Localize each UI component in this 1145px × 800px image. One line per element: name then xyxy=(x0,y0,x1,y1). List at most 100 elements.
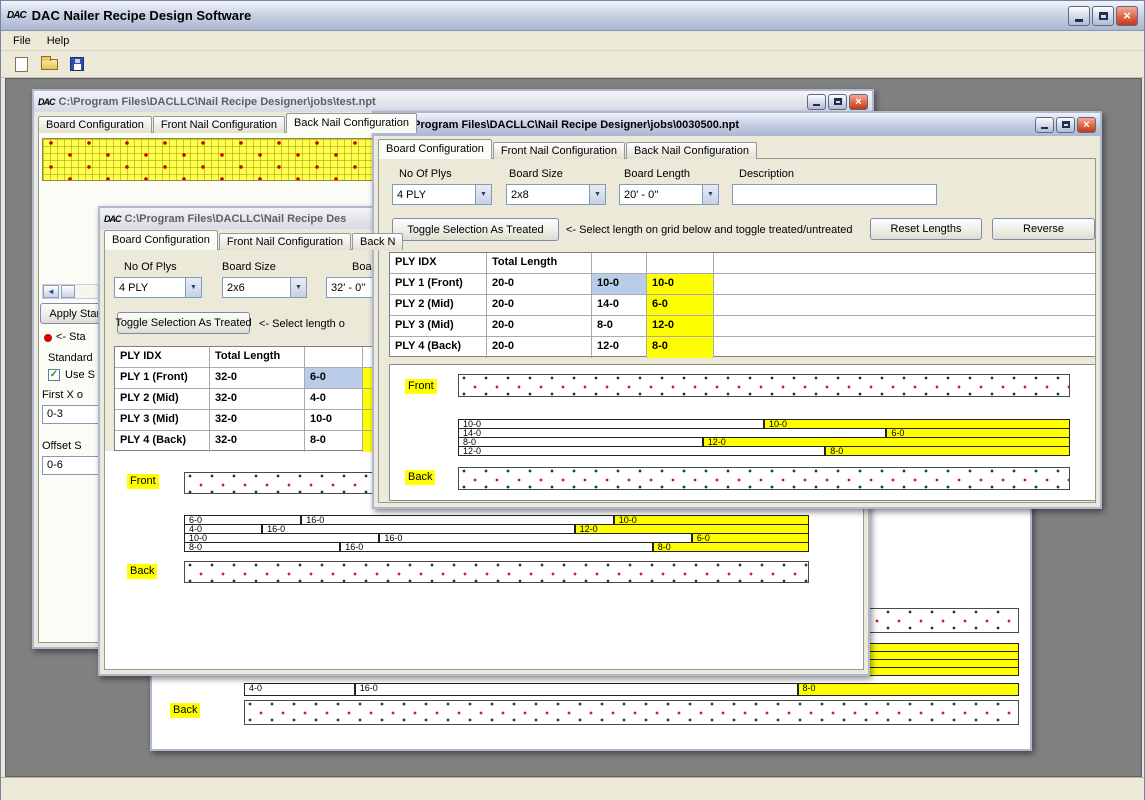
no-of-plys-value: 4 PLY xyxy=(393,189,475,201)
board-ply-bars: 6-016-010-04-016-012-010-016-06-08-016-0… xyxy=(184,515,809,552)
open-folder-icon xyxy=(41,59,58,70)
total-length-cell[interactable]: 32-0 xyxy=(210,431,305,452)
maximize-button[interactable] xyxy=(1056,117,1075,133)
new-file-button[interactable] xyxy=(9,53,33,76)
total-length-cell[interactable]: 20-0 xyxy=(487,316,592,336)
segment-length-label: 12-0 xyxy=(580,525,598,534)
board-size-select[interactable]: 2x8▼ xyxy=(506,184,606,205)
offset-input[interactable]: 0-6 xyxy=(42,456,100,475)
length-cell[interactable]: 6-0 xyxy=(305,368,363,388)
back-label: Back xyxy=(170,703,200,718)
tab-strip: Board ConfigurationFront Nail Configurat… xyxy=(38,113,417,133)
minimize-button[interactable] xyxy=(807,94,826,110)
ply-index-cell[interactable]: PLY 3 (Mid) xyxy=(390,316,487,336)
description-input[interactable] xyxy=(732,184,937,205)
maximize-button[interactable] xyxy=(828,94,847,110)
column-header xyxy=(305,347,363,367)
total-length-cell[interactable]: 20-0 xyxy=(487,274,592,294)
window-title-bar[interactable]: DAC C:\Program Files\DACLLC\Nail Recipe … xyxy=(374,113,1100,136)
ply-index-cell[interactable]: PLY 4 (Back) xyxy=(390,337,487,358)
tab-board-configuration[interactable]: Board Configuration xyxy=(38,116,152,133)
open-file-button[interactable] xyxy=(37,53,61,76)
menu-bar: File Help xyxy=(1,31,1144,51)
minimize-icon xyxy=(1041,127,1048,129)
reverse-button[interactable]: Reverse xyxy=(992,218,1095,240)
untreated-segment: 16-0 xyxy=(355,683,798,696)
length-cell[interactable]: 4-0 xyxy=(305,389,363,409)
ply-index-cell[interactable]: PLY 1 (Front) xyxy=(390,274,487,294)
maximize-button[interactable] xyxy=(1092,6,1114,26)
table-cell xyxy=(714,337,1095,358)
minimize-button[interactable] xyxy=(1035,117,1054,133)
board-ply-bars: 10-010-014-06-08-012-012-08-0 xyxy=(458,419,1070,456)
menu-help[interactable]: Help xyxy=(39,33,78,49)
save-file-button[interactable] xyxy=(65,53,89,76)
back-nail-pattern-strip xyxy=(458,467,1070,490)
untreated-segment: 12-0 xyxy=(458,446,825,456)
ply-index-cell[interactable]: PLY 2 (Mid) xyxy=(390,295,487,315)
length-cell[interactable]: 14-0 xyxy=(592,295,647,315)
app-title-bar[interactable]: DAC DAC Nailer Recipe Design Software × xyxy=(1,1,1144,31)
length-cell[interactable]: 8-0 xyxy=(305,431,363,452)
front-label: Front xyxy=(127,474,159,489)
no-of-plys-select[interactable]: 4 PLY▼ xyxy=(392,184,492,205)
table-cell xyxy=(714,316,1095,336)
board-length-select[interactable]: 20' - 0''▼ xyxy=(619,184,719,205)
column-header: Total Length xyxy=(210,347,305,367)
tab-front-nail-configuration[interactable]: Front Nail Configuration xyxy=(493,142,625,159)
length-cell[interactable]: 8-0 xyxy=(592,316,647,336)
use-standard-checkbox[interactable]: ✓ xyxy=(48,369,60,381)
segment-length-label: 16-0 xyxy=(360,684,378,693)
app-title: DAC Nailer Recipe Design Software xyxy=(32,8,1062,23)
segment-length-label: 6-0 xyxy=(697,534,710,543)
total-length-cell[interactable]: 20-0 xyxy=(487,295,592,315)
length-cell[interactable]: 12-0 xyxy=(592,337,647,358)
column-header: Total Length xyxy=(487,253,592,273)
treated-length-cell[interactable]: 12-0 xyxy=(647,316,714,336)
toggle-treated-button[interactable]: Toggle Selection As Treated xyxy=(392,218,559,241)
app-bottom-bar xyxy=(1,777,1144,800)
minimize-button[interactable] xyxy=(1068,6,1090,26)
length-cell[interactable]: 10-0 xyxy=(305,410,363,430)
ply-index-cell[interactable]: PLY 4 (Back) xyxy=(115,431,210,452)
tab-board-configuration[interactable]: Board Configuration xyxy=(104,230,218,250)
no-of-plys-select[interactable]: 4 PLY▼ xyxy=(114,277,202,298)
scroll-left-arrow-icon[interactable]: ◄ xyxy=(43,285,59,298)
window-title-bar[interactable]: DAC C:\Program Files\DACLLC\Nail Recipe … xyxy=(34,91,872,112)
tab-front-nail-configuration[interactable]: Front Nail Configuration xyxy=(219,233,351,250)
table-row: PLY 2 (Mid)20-014-06-0 xyxy=(390,295,1095,316)
menu-file[interactable]: File xyxy=(5,33,39,49)
length-cell[interactable]: 10-0 xyxy=(592,274,647,294)
chevron-down-icon: ▼ xyxy=(702,185,718,204)
treated-length-cell[interactable]: 6-0 xyxy=(647,295,714,315)
back-nail-pattern-strip xyxy=(184,561,809,583)
tab-front-nail-configuration[interactable]: Front Nail Configuration xyxy=(153,116,285,133)
board-size-select[interactable]: 2x6▼ xyxy=(222,277,307,298)
total-length-cell[interactable]: 20-0 xyxy=(487,337,592,358)
close-button[interactable]: × xyxy=(1077,117,1096,133)
segment-length-label: 6-0 xyxy=(891,429,904,438)
ply-index-cell[interactable]: PLY 2 (Mid) xyxy=(115,389,210,409)
treated-length-cell[interactable]: 10-0 xyxy=(647,274,714,294)
close-button[interactable]: × xyxy=(1116,6,1138,26)
close-button[interactable]: × xyxy=(849,94,868,110)
tab-board-configuration[interactable]: Board Configuration xyxy=(378,139,492,159)
tab-back-nail-configuration[interactable]: Back Nail Configuration xyxy=(286,113,417,133)
tab-strip: Board ConfigurationFront Nail Configurat… xyxy=(104,230,403,250)
segment-length-label: 12-0 xyxy=(708,438,726,447)
first-x-input[interactable]: 0-3 xyxy=(42,405,100,424)
total-length-cell[interactable]: 32-0 xyxy=(210,410,305,430)
treated-length-cell[interactable]: 8-0 xyxy=(647,337,714,358)
tab-back-nail-configuration[interactable]: Back Nail Configuration xyxy=(626,142,757,159)
toggle-treated-button[interactable]: Toggle Selection As Treated xyxy=(117,312,250,334)
front-nail-pattern-strip xyxy=(458,374,1070,397)
total-length-cell[interactable]: 32-0 xyxy=(210,389,305,409)
total-length-cell[interactable]: 32-0 xyxy=(210,368,305,388)
scrollbar-thumb[interactable] xyxy=(61,285,75,298)
reset-lengths-button[interactable]: Reset Lengths xyxy=(870,218,982,240)
ply-index-cell[interactable]: PLY 1 (Front) xyxy=(115,368,210,388)
tab-back-n[interactable]: Back N xyxy=(352,233,403,250)
board-size-value: 2x8 xyxy=(507,189,589,201)
table-row: PLY 1 (Front)20-010-010-0 xyxy=(390,274,1095,295)
ply-index-cell[interactable]: PLY 3 (Mid) xyxy=(115,410,210,430)
